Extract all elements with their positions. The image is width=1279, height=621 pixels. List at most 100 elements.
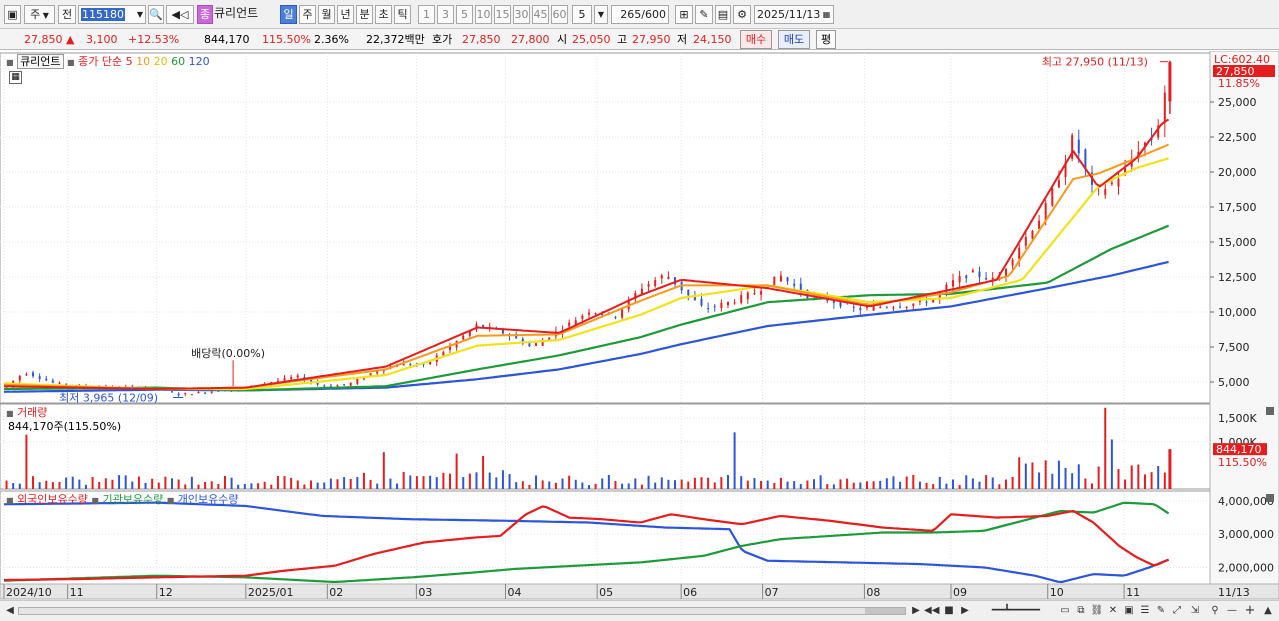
export-icon[interactable]: ⇲	[1188, 604, 1202, 618]
volume-bar	[581, 482, 584, 489]
price-tick-label: 10,000	[1218, 306, 1257, 319]
rewind-icon[interactable]: ◀◀	[924, 604, 939, 618]
candle-body	[786, 277, 789, 282]
holding-tick-label: 2,000,000	[1218, 561, 1274, 574]
legend-ma-main[interactable]: 종가 단순	[78, 55, 122, 68]
candle-body	[1024, 236, 1027, 246]
count-max: /600	[641, 8, 666, 21]
interval-button-1[interactable]: 1	[418, 5, 435, 24]
interval-button-5[interactable]: 5	[456, 5, 473, 24]
candle-body	[971, 270, 974, 273]
candle-body	[793, 283, 796, 286]
legend-stock-name[interactable]: 큐리언트	[17, 54, 64, 69]
list-icon[interactable]: ☰	[1138, 604, 1152, 618]
layout-icon[interactable]: ▭	[1058, 604, 1072, 618]
volume-bar	[799, 484, 802, 489]
zoom-out-icon[interactable]: —	[1226, 604, 1238, 618]
candle-body	[1104, 189, 1107, 196]
legend-individual[interactable]: 개인보유수량	[178, 493, 239, 506]
price-tick-label: 20,000	[1218, 166, 1257, 179]
time-label: 11	[1126, 586, 1140, 599]
legend-institution[interactable]: 기관보유수량	[102, 493, 163, 506]
frame-icon[interactable]: ▣	[1122, 604, 1136, 618]
chevron-down-icon[interactable]: ▼	[137, 6, 145, 23]
volume-bar	[918, 481, 921, 489]
count-input[interactable]: 265/600	[611, 5, 669, 24]
candle-body	[1038, 220, 1041, 229]
holding-legend: ■ 외국인보유수량 ■ 기관보유수량 ■ 개인보유수량	[6, 491, 239, 507]
grid-table-icon[interactable]: ▦	[9, 71, 22, 84]
legend-foreign[interactable]: 외국인보유수량	[17, 493, 88, 506]
expand-icon[interactable]: ⤢	[1170, 604, 1184, 618]
interval-button-60[interactable]: 60	[551, 5, 568, 24]
volume-bar	[104, 478, 107, 489]
volume-bar	[1011, 476, 1014, 489]
play-icon[interactable]: ▶	[958, 604, 972, 618]
edit-icon[interactable]: ✎	[1154, 604, 1168, 618]
collapse-icon[interactable]: ▲	[1262, 604, 1274, 618]
zoom-slider[interactable]: ━━┻━━━━━	[978, 604, 1054, 618]
candle-body	[1057, 180, 1060, 188]
buy-button[interactable]: 매수	[740, 30, 772, 49]
volume-bar	[32, 476, 35, 489]
magnifier-icon[interactable]: ⚲	[1208, 604, 1222, 618]
volume-bar	[389, 478, 392, 489]
candle-body	[965, 275, 968, 279]
speaker-icon[interactable]: ◀◁	[166, 5, 194, 24]
candle-body	[190, 394, 193, 396]
interval-button-30[interactable]: 30	[513, 5, 530, 24]
candle-body	[343, 384, 346, 386]
period-select[interactable]: 주 ▼	[24, 5, 55, 24]
chart-type-icon[interactable]: ⊞	[675, 5, 693, 24]
eval-button[interactable]: 평	[816, 30, 836, 49]
time-label: 10	[1050, 586, 1064, 599]
legend-ma60[interactable]: 60	[171, 55, 185, 68]
search-icon[interactable]: 🔍	[148, 5, 164, 24]
period-tab-3[interactable]: 년	[337, 5, 354, 24]
volume-bar	[839, 479, 842, 489]
volume-bar	[852, 482, 855, 489]
draw-tool-icon[interactable]: ✎	[695, 5, 713, 24]
stock-chart[interactable]: 최고 27,950 (11/13) 최저 3,965 (12/09) 배당락(0.0…	[0, 51, 1279, 600]
volume-bar	[1004, 479, 1007, 489]
gear-icon[interactable]: ⚙	[733, 5, 751, 24]
scroll-right-button[interactable]: ▶	[910, 604, 922, 618]
link-icon[interactable]: ⛓	[1090, 604, 1104, 618]
period-tab-1[interactable]: 주	[299, 5, 316, 24]
interval-button-10[interactable]: 10	[475, 5, 492, 24]
stock-name[interactable]: 큐리언트	[214, 5, 276, 24]
interval-button-3[interactable]: 3	[437, 5, 454, 24]
cross-icon[interactable]: ✕	[1106, 604, 1120, 618]
calendar-icon[interactable]: ▦	[820, 5, 834, 24]
horizontal-scrollbar[interactable]	[18, 607, 906, 615]
legend-ma10[interactable]: 10	[136, 55, 150, 68]
period-tab-5[interactable]: 초	[375, 5, 392, 24]
period-tab-2[interactable]: 월	[318, 5, 335, 24]
volume-bar	[25, 434, 28, 489]
candle-body	[197, 391, 200, 394]
candle-body	[283, 377, 286, 381]
period-tab-0[interactable]: 일	[280, 5, 297, 24]
zoom-in-icon[interactable]: +	[1244, 604, 1256, 618]
legend-ma5[interactable]: 5	[126, 55, 133, 68]
stop-icon[interactable]: ■	[942, 604, 956, 618]
interval-button-15[interactable]: 15	[494, 5, 511, 24]
save-icon[interactable]: ▤	[715, 5, 731, 24]
stock-code-input[interactable]: 115180 ▼	[78, 5, 146, 24]
split-icon[interactable]: ⧉	[1074, 604, 1088, 618]
scroll-left-button[interactable]: ◀	[4, 604, 16, 618]
scrollbar-thumb[interactable]	[865, 608, 905, 614]
volume-bar	[899, 481, 902, 489]
jeon-button[interactable]: 전	[58, 5, 76, 24]
window-icon[interactable]: ▣	[4, 5, 21, 24]
volume-bar	[204, 481, 207, 489]
legend-ma120[interactable]: 120	[189, 55, 210, 68]
chevron-down-icon[interactable]: ▼	[594, 5, 608, 24]
period-tab-6[interactable]: 틱	[394, 5, 411, 24]
price-value: 27,850	[24, 33, 63, 46]
count-select[interactable]: 5	[572, 5, 592, 24]
sell-button[interactable]: 매도	[778, 30, 810, 49]
period-tab-4[interactable]: 분	[356, 5, 373, 24]
legend-ma20[interactable]: 20	[154, 55, 168, 68]
interval-button-45[interactable]: 45	[532, 5, 549, 24]
